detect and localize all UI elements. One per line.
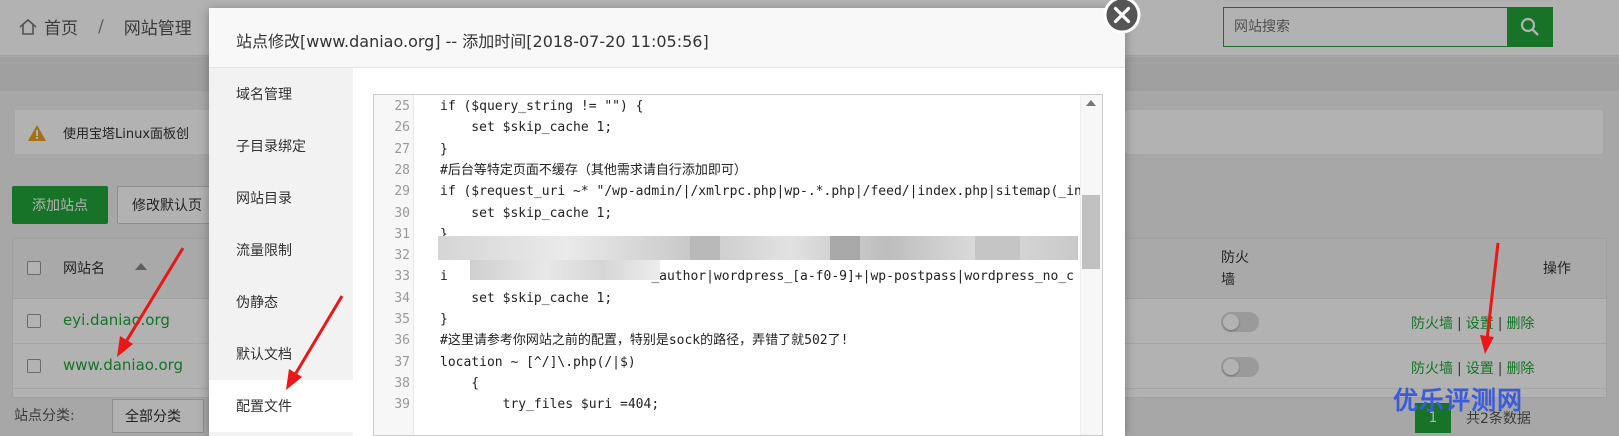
line-number: 28 [394, 162, 410, 178]
line-number: 27 [394, 141, 410, 157]
line-number: 38 [394, 375, 410, 391]
line-number: 36 [394, 333, 410, 349]
nav-rewrite[interactable]: 伪静态 [209, 276, 353, 328]
code-line: #这里请参考你网站之前的配置，特别是sock的路径，弄错了就502了! [440, 333, 849, 349]
line-number: 32 [394, 248, 410, 264]
nav-traffic-limit[interactable]: 流量限制 [209, 224, 353, 276]
code-line: set $skip_cache 1; [440, 290, 613, 306]
code-line: location ~ [^/]\.php(/|$) [440, 354, 636, 370]
watermark: 优乐评测网 [1393, 386, 1524, 415]
code-line: #后台等特定页面不缓存（其他需求请自行添加即可） [440, 162, 747, 178]
nav-default-document[interactable]: 默认文档 [209, 328, 353, 380]
code-line: set $skip_cache 1; [440, 205, 613, 221]
line-number: 29 [394, 184, 410, 200]
nav-site-directory[interactable]: 网站目录 [209, 172, 353, 224]
code-line: set $skip_cache 1; [440, 120, 613, 136]
line-number: 35 [394, 312, 410, 327]
nav-domain-management[interactable]: 域名管理 [209, 68, 353, 120]
code-line: } [440, 312, 448, 327]
line-number: 34 [394, 290, 410, 306]
code-line: if ($request_uri ~* "/wp-admin/|/xmlrpc.… [440, 184, 1082, 200]
line-number: 26 [394, 120, 410, 136]
line-number: 31 [394, 226, 410, 242]
code-line: try_files $uri =404; [440, 397, 660, 413]
line-number: 39 [394, 397, 410, 413]
close-modal-button[interactable] [1103, 0, 1141, 34]
line-number: 25 [394, 99, 410, 114]
line-number: 30 [394, 205, 410, 221]
scroll-up-arrow-icon[interactable] [1086, 100, 1096, 106]
nav-subdirectory-binding[interactable]: 子目录绑定 [209, 120, 353, 172]
scrollbar-thumb[interactable] [1082, 195, 1100, 269]
code-line: } [440, 141, 448, 157]
code-line: if ($query_string != "") { [440, 99, 644, 114]
line-number: 37 [394, 354, 410, 370]
line-number: 33 [394, 269, 410, 285]
modal-sidebar: 域名管理 子目录绑定 网站目录 流量限制 伪静态 默认文档 配置文件 [209, 68, 353, 436]
code-line: { [440, 375, 480, 391]
nav-config-file[interactable]: 配置文件 [209, 380, 353, 432]
modal-title: 站点修改[www.daniao.org] -- 添加时间[2018-07-20 … [209, 8, 1125, 68]
